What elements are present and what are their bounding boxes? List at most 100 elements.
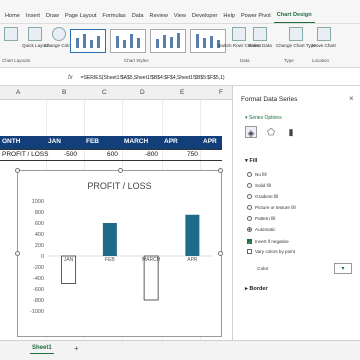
quick-layout-icon — [28, 27, 43, 41]
table-row: PROFIT / LOSS -500 600 -800 750 — [0, 149, 222, 161]
radio-icon — [247, 227, 252, 232]
ribbon-tab[interactable]: Formulas — [99, 13, 128, 23]
palette-icon — [52, 27, 67, 41]
y-tick-label: -600 — [33, 287, 44, 293]
table-cell[interactable]: APR — [203, 138, 217, 145]
table-cell[interactable]: 600 — [107, 151, 118, 158]
table-cell[interactable]: MARCH — [124, 138, 148, 145]
y-tick-label: -200 — [33, 265, 44, 271]
select-data-button[interactable]: Select Data — [248, 27, 272, 48]
ribbon-tab[interactable]: Power Pivot — [238, 13, 274, 23]
bar[interactable] — [102, 223, 117, 256]
chart-plot: 1000 800 600 400 200 0 -200 -400 -600 -800 -1000 JA… — [30, 199, 213, 315]
ribbon-tab[interactable]: Page Layout — [62, 13, 99, 23]
radio-icon — [247, 205, 252, 210]
bar[interactable] — [185, 214, 200, 256]
table-cell[interactable]: -800 — [145, 151, 158, 158]
series-options-label: Series Options — [248, 115, 282, 121]
table-cell[interactable]: APR — [164, 138, 178, 145]
chart-styles-gallery — [70, 29, 226, 53]
close-icon[interactable]: × — [349, 94, 354, 103]
fx-icon[interactable]: fx — [68, 75, 73, 81]
formula-input[interactable]: =SERIES(Sheet1!$A$5,Sheet1!$B$4:$F$4,She… — [81, 75, 225, 81]
table-cell[interactable]: 750 — [187, 151, 198, 158]
fill-option-radio[interactable]: No fill — [247, 172, 267, 177]
y-tick-label: 400 — [35, 232, 44, 238]
fill-option-radio[interactable]: Solid fill — [247, 183, 271, 188]
column-header[interactable]: F — [219, 89, 223, 96]
select-data-label: Select Data — [248, 43, 272, 48]
chart-style-thumb[interactable] — [150, 29, 186, 53]
table-cell[interactable]: PROFIT / LOSS — [2, 151, 48, 158]
chart-type-icon — [288, 27, 303, 41]
fill-option-label: Solid fill — [255, 183, 271, 188]
x-tick-label: JAN — [64, 257, 74, 263]
ribbon-tab[interactable]: Draw — [43, 13, 62, 23]
column-header[interactable]: C — [102, 89, 107, 96]
ribbon-tab[interactable]: Review — [147, 13, 171, 23]
ribbon: Quick Layout Change Colors Switch Row/ C… — [0, 24, 360, 68]
sheet-tab[interactable]: Sheet1 — [30, 343, 54, 354]
fill-option-label: Pattern fill — [255, 216, 276, 221]
ribbon-tab[interactable]: Developer — [189, 13, 221, 23]
switch-icon — [232, 27, 247, 41]
x-tick-label: MARCH — [142, 257, 161, 263]
series-options-dropdown[interactable]: ▾ Series Options — [245, 115, 282, 121]
fill-option-radio[interactable]: Automatic — [247, 227, 275, 232]
invert-label: Invert if negative — [255, 239, 289, 244]
column-header[interactable]: D — [140, 89, 145, 96]
y-tick-label: 600 — [35, 221, 44, 227]
ribbon-tab[interactable]: Home — [2, 13, 23, 23]
chart-style-thumb[interactable] — [70, 29, 106, 53]
column-headers: A B C D E F — [0, 86, 232, 100]
fill-option-radio[interactable]: Gradient fill — [247, 194, 278, 199]
y-tick-label: -1000 — [30, 309, 44, 315]
header-row: ONTH JAN FEB MARCH APR APR — [0, 136, 222, 149]
ribbon-tab[interactable]: View — [171, 13, 189, 23]
group-label-location: Location — [312, 58, 330, 63]
pentagon-effects-icon[interactable]: ⬠ — [265, 126, 277, 138]
column-header[interactable]: B — [62, 89, 66, 96]
bar-chart-icon[interactable]: ▮ — [285, 126, 297, 138]
fill-option-label: No fill — [255, 172, 267, 177]
move-chart-button[interactable]: Move Chart — [312, 27, 336, 48]
format-data-series-pane: Format Data Series × ▾ Series Options ◈ … — [232, 86, 360, 340]
x-tick-label: FEB — [105, 257, 115, 263]
group-label-type: Type — [284, 58, 294, 63]
group-label-data: Data — [240, 58, 250, 63]
worksheet[interactable]: A B C D E F ONTH JAN FEB MARCH APR APR P… — [0, 86, 232, 340]
change-chart-type-button[interactable]: Change Chart Type — [276, 27, 316, 48]
vary-label: Vary colors by point — [255, 249, 295, 254]
fill-section-header[interactable]: ▾ Fill — [245, 158, 257, 164]
invert-if-negative-checkbox[interactable]: ✓ Invert if negative — [247, 239, 289, 245]
y-tick-label: -400 — [33, 276, 44, 282]
table-cell[interactable]: JAN — [48, 138, 61, 145]
ribbon-tab[interactable]: Help — [220, 13, 238, 23]
y-tick-label: -800 — [33, 298, 44, 304]
color-picker-button[interactable]: ▾ — [334, 263, 352, 274]
add-sheet-button[interactable]: + — [74, 344, 79, 353]
column-header[interactable]: A — [16, 89, 20, 96]
add-chart-element-button[interactable] — [4, 27, 18, 43]
sheet-tab-bar: Sheet1 + — [0, 340, 360, 360]
ribbon-tab[interactable]: Data — [129, 13, 147, 23]
fill-option-label: Picture or texture fill — [255, 205, 296, 210]
check-icon: ✓ — [247, 239, 252, 245]
y-tick-label: 0 — [41, 254, 44, 260]
ribbon-tab[interactable]: Insert — [23, 13, 43, 23]
table-icon — [252, 27, 267, 41]
fill-option-radio[interactable]: Pattern fill — [247, 216, 275, 221]
table-cell[interactable]: -500 — [64, 151, 77, 158]
column-header[interactable]: E — [180, 89, 184, 96]
chart-element-icon — [4, 27, 18, 41]
table-cell[interactable]: FEB — [86, 138, 99, 145]
vary-colors-checkbox[interactable]: Vary colors by point — [247, 249, 295, 254]
chart-area[interactable]: PROFIT / LOSS 1000 800 600 400 200 0 -200 -400-… — [15, 168, 223, 337]
fill-option-radio[interactable]: Picture or texture fill — [247, 205, 296, 210]
table-cell[interactable]: ONTH — [2, 138, 20, 145]
ribbon-tab[interactable]: Chart Design — [273, 12, 315, 23]
y-tick-label: 1000 — [32, 199, 44, 205]
border-section-header[interactable]: ▸ Border — [245, 286, 268, 292]
chart-style-thumb[interactable] — [110, 29, 146, 53]
fill-bucket-icon[interactable]: ◈ — [245, 126, 257, 138]
